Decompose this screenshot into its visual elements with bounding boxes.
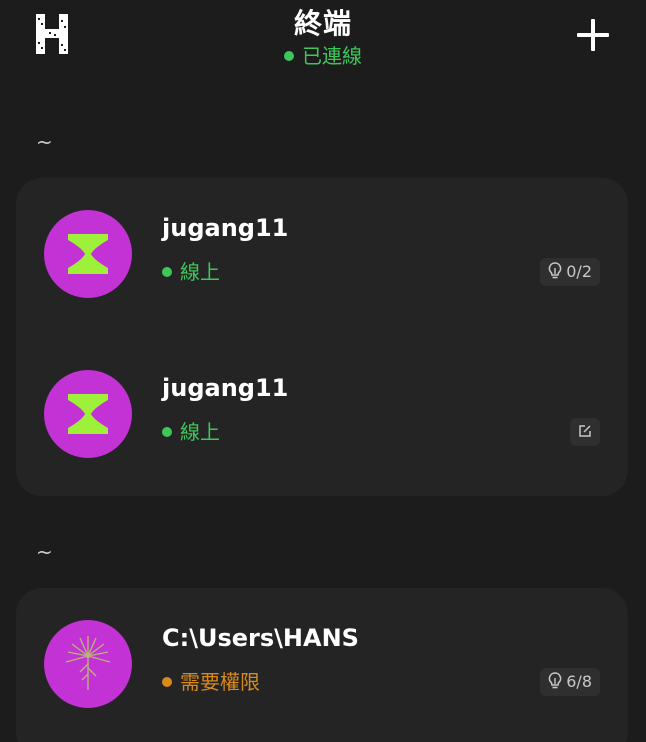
title-block: 終端 已連線	[0, 6, 646, 69]
lightbulb-icon	[548, 671, 562, 688]
session-status-label: 線上	[180, 260, 220, 284]
connection-status-label: 已連線	[302, 44, 362, 68]
session-name: jugang11	[162, 214, 289, 242]
plus-icon	[577, 19, 609, 51]
status-dot-icon	[162, 426, 172, 437]
page-title: 終端	[293, 7, 352, 40]
session-status-label: 線上	[180, 420, 220, 444]
hourglass-icon	[44, 210, 132, 298]
session-status: 需要權限	[162, 666, 260, 695]
task-count-label: 6/8	[566, 672, 592, 691]
session-group-card: jugang11 線上 0/2 jugang11 線上	[16, 178, 628, 496]
session-status-label: 需要權限	[180, 670, 260, 694]
status-dot-icon	[284, 50, 294, 61]
add-session-button[interactable]	[574, 16, 612, 54]
task-count-badge[interactable]: 0/2	[540, 258, 600, 286]
session-status: 線上	[162, 416, 220, 445]
status-dot-icon	[162, 676, 172, 687]
hourglass-icon	[44, 370, 132, 458]
session-name: jugang11	[162, 374, 289, 402]
group-label: ~	[36, 130, 53, 154]
session-group-card: C:\Users\HANS 需要權限 6/8	[16, 588, 628, 742]
dandelion-icon	[44, 620, 132, 708]
edit-button[interactable]	[570, 418, 600, 446]
task-count-badge[interactable]: 6/8	[540, 668, 600, 696]
terminal-screen: 終端 已連線 ~ jugang11 線上 0/2 jugang11 線上 ~ C…	[0, 0, 646, 742]
connection-status: 已連線	[0, 43, 646, 69]
edit-icon	[579, 424, 591, 437]
top-bar: 終端 已連線	[0, 0, 646, 80]
session-item[interactable]: jugang11 線上	[16, 342, 628, 492]
lightbulb-icon	[548, 261, 562, 278]
status-dot-icon	[162, 266, 172, 277]
session-name: C:\Users\HANS	[162, 624, 359, 652]
group-label: ~	[36, 540, 53, 564]
session-item[interactable]: jugang11 線上 0/2	[16, 182, 628, 332]
session-status: 線上	[162, 256, 220, 285]
session-item[interactable]: C:\Users\HANS 需要權限 6/8	[16, 592, 628, 742]
task-count-label: 0/2	[566, 262, 592, 281]
